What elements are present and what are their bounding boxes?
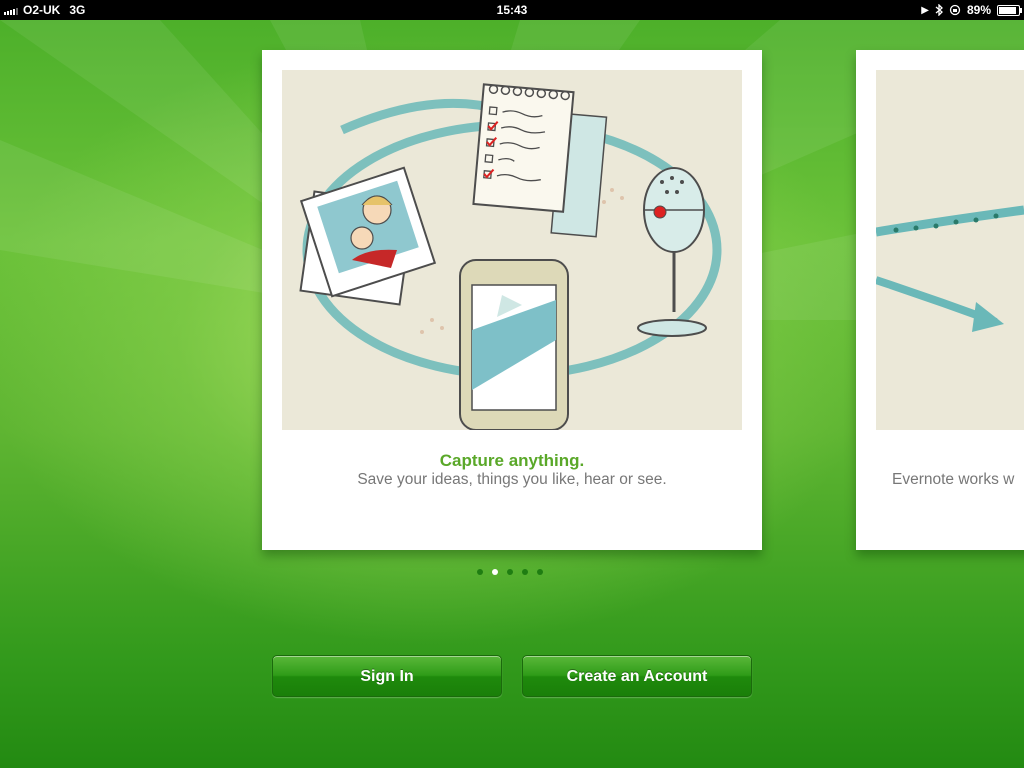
network-type-label: 3G <box>69 3 86 17</box>
page-dot-1[interactable] <box>477 569 483 575</box>
sign-in-button[interactable]: Sign In <box>272 655 502 697</box>
slide-title: Capture anything. <box>439 451 585 470</box>
create-account-button[interactable]: Create an Account <box>522 655 752 697</box>
status-bar: O2-UK 3G 15:43 ▶ 89% <box>0 0 1024 20</box>
page-dot-4[interactable] <box>522 569 528 575</box>
slide-subtitle: Save your ideas, things you like, hear o… <box>357 471 667 488</box>
next-slide-subtitle: Evernote works w <box>892 471 1015 488</box>
clock: 15:43 <box>496 3 528 17</box>
battery-percent: 89% <box>966 3 991 17</box>
onboarding-card[interactable]: Capture anything. Save your ideas, thing… <box>262 50 762 550</box>
bluetooth-icon <box>935 4 943 16</box>
location-icon: ▶ <box>921 4 929 16</box>
page-dot-3[interactable] <box>507 569 513 575</box>
page-dot-2[interactable] <box>492 569 498 575</box>
page-dot-5[interactable] <box>537 569 543 575</box>
notepad-icon <box>472 83 608 238</box>
signal-strength-icon <box>4 5 18 15</box>
carrier-label: O2-UK <box>23 3 61 17</box>
next-onboarding-card[interactable]: Evernote works w <box>856 50 1024 550</box>
capture-illustration <box>282 70 742 430</box>
page-indicator[interactable] <box>477 569 543 575</box>
smartphone-icon <box>459 259 569 430</box>
lock-rotation-icon <box>949 4 961 16</box>
photos-icon <box>299 166 437 306</box>
next-slide-illustration <box>876 70 1024 430</box>
battery-icon <box>997 4 1022 16</box>
